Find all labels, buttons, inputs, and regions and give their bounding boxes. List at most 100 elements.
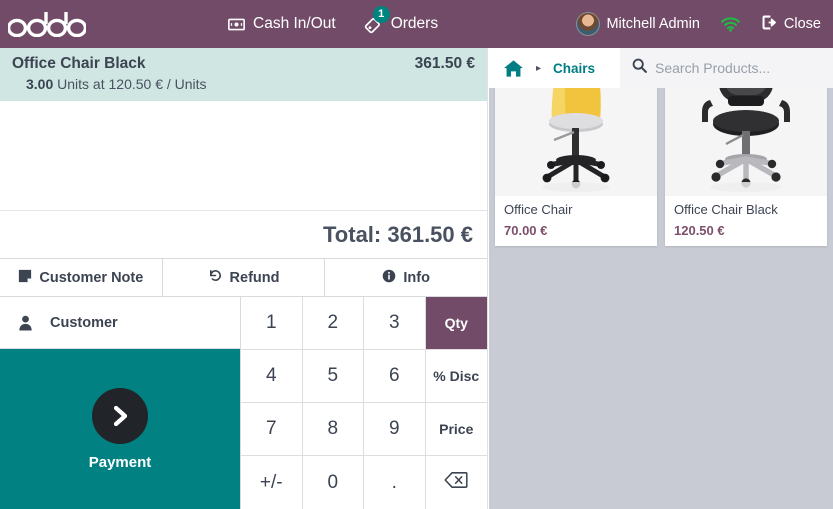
key-5-label: 5: [327, 365, 339, 386]
key-8[interactable]: 8: [302, 403, 364, 456]
customer-label: Customer: [50, 314, 118, 331]
order-line-product: Office Chair Black: [12, 55, 146, 72]
home-icon[interactable]: [503, 59, 524, 78]
order-lines: Office Chair Black 361.50 € 3.00 Units a…: [0, 48, 487, 210]
pos-screen: Cash In/Out 1 Orders Mitchell Admin Clos…: [0, 0, 833, 509]
top-bar-center: Cash In/Out 1 Orders: [86, 5, 576, 34]
banknote-icon: [228, 16, 245, 33]
backspace-icon: [444, 471, 468, 495]
info-label: Info: [403, 269, 430, 286]
key-0[interactable]: 0: [302, 456, 364, 509]
products-panel: ▸ Chairs Search Products... Office Chair…: [489, 48, 833, 509]
orders-label: Orders: [390, 15, 439, 32]
key-sign[interactable]: +/-: [241, 456, 303, 509]
order-action-bar: Customer Note Refund Info: [0, 258, 488, 296]
order-line-unit-price: Units at 120.50 € / Units: [57, 76, 207, 92]
set-customer-button[interactable]: Customer: [0, 297, 240, 349]
products-header: ▸ Chairs: [489, 48, 833, 88]
key-6-label: 6: [388, 365, 400, 386]
product-grid: Office Chair 70.00 € Office Chair Black …: [489, 88, 833, 509]
key-7-label: 7: [265, 418, 277, 439]
payment-label: Payment: [88, 453, 152, 471]
info-icon: [382, 269, 396, 287]
wifi-icon[interactable]: [720, 16, 741, 32]
product-card[interactable]: Office Chair Black 120.50 €: [665, 88, 827, 246]
key-2-label: 2: [327, 312, 339, 333]
customer-note-button[interactable]: Customer Note: [0, 259, 163, 296]
key-qty[interactable]: Qty: [425, 297, 487, 350]
key-1[interactable]: 1: [241, 297, 303, 350]
key-4[interactable]: 4: [241, 350, 303, 403]
order-bottom: Customer Payment 1 2 3 Qty 4 5 6 % Disc …: [0, 296, 487, 509]
key-price[interactable]: Price: [425, 403, 487, 456]
close-button[interactable]: Close: [761, 14, 821, 35]
key-7[interactable]: 7: [241, 403, 303, 456]
chevron-right-icon: ▸: [536, 62, 542, 74]
key-decimal[interactable]: .: [364, 456, 426, 509]
product-info: Office Chair 70.00 €: [495, 196, 657, 246]
chevron-right-icon: [92, 387, 148, 444]
key-6[interactable]: 6: [364, 350, 426, 403]
key-discount-label: % Disc: [433, 368, 480, 384]
search-input[interactable]: [655, 60, 833, 76]
orders-button[interactable]: 1 Orders: [364, 5, 439, 34]
order-left-column: Customer Payment: [0, 297, 241, 509]
refund-icon: [208, 268, 223, 287]
odoo-logo[interactable]: [8, 9, 86, 39]
order-line-details: 3.00 Units at 120.50 € / Units: [12, 76, 475, 92]
close-label: Close: [783, 16, 821, 32]
refund-label: Refund: [229, 269, 280, 286]
product-price: 120.50 €: [674, 222, 725, 238]
info-button[interactable]: Info: [325, 259, 488, 296]
key-2[interactable]: 2: [302, 297, 364, 350]
order-line[interactable]: Office Chair Black 361.50 € 3.00 Units a…: [0, 48, 487, 101]
breadcrumb: ▸ Chairs: [489, 48, 620, 88]
key-3-label: 3: [388, 312, 400, 333]
key-backspace[interactable]: [425, 456, 487, 509]
product-card[interactable]: Office Chair 70.00 €: [495, 88, 657, 246]
product-name: Office Chair Black: [674, 202, 778, 217]
key-sign-label: +/-: [259, 471, 283, 493]
key-0-label: 0: [327, 471, 339, 493]
order-line-qty: 3.00: [26, 76, 54, 92]
order-line-header: Office Chair Black 361.50 €: [12, 55, 475, 73]
customer-note-label: Customer Note: [39, 269, 144, 286]
product-image-office-chair-black: [665, 88, 827, 196]
key-3[interactable]: 3: [364, 297, 426, 350]
key-qty-label: Qty: [444, 315, 468, 331]
key-9[interactable]: 9: [364, 403, 426, 456]
refund-button[interactable]: Refund: [162, 259, 326, 296]
note-icon: [18, 269, 32, 287]
avatar: [576, 12, 601, 36]
key-5[interactable]: 5: [302, 350, 364, 403]
exit-icon: [761, 14, 778, 35]
cash-in-out-button[interactable]: Cash In/Out: [228, 15, 336, 33]
user-menu[interactable]: Mitchell Admin: [576, 12, 700, 36]
numpad: 1 2 3 Qty 4 5 6 % Disc 7 8 9 Price +/- 0…: [241, 297, 487, 509]
key-price-label: Price: [439, 421, 474, 437]
breadcrumb-category[interactable]: Chairs: [553, 61, 595, 76]
person-icon: [0, 315, 50, 331]
product-info: Office Chair Black 120.50 €: [665, 196, 827, 246]
key-9-label: 9: [388, 418, 400, 439]
top-bar: Cash In/Out 1 Orders Mitchell Admin Clos…: [0, 0, 833, 48]
user-name: Mitchell Admin: [606, 16, 700, 32]
product-image-office-chair: [495, 88, 657, 196]
search-icon: [632, 58, 647, 78]
order-line-total: 361.50 €: [414, 55, 475, 72]
order-total-row: Total: 361.50 €: [0, 210, 487, 258]
order-total: Total: 361.50 €: [323, 221, 473, 247]
top-bar-right: Mitchell Admin Close: [576, 12, 821, 36]
key-8-label: 8: [327, 418, 339, 439]
order-panel: Office Chair Black 361.50 € 3.00 Units a…: [0, 48, 488, 509]
product-search[interactable]: [620, 48, 833, 88]
key-discount[interactable]: % Disc: [425, 350, 487, 403]
payment-button[interactable]: Payment: [0, 349, 240, 509]
key-1-label: 1: [265, 312, 277, 333]
orders-badge: 1: [372, 5, 390, 23]
key-decimal-label: .: [391, 471, 397, 493]
cash-in-out-label: Cash In/Out: [253, 15, 336, 32]
product-price: 70.00 €: [504, 222, 548, 238]
key-4-label: 4: [265, 365, 277, 386]
product-name: Office Chair: [504, 202, 573, 217]
